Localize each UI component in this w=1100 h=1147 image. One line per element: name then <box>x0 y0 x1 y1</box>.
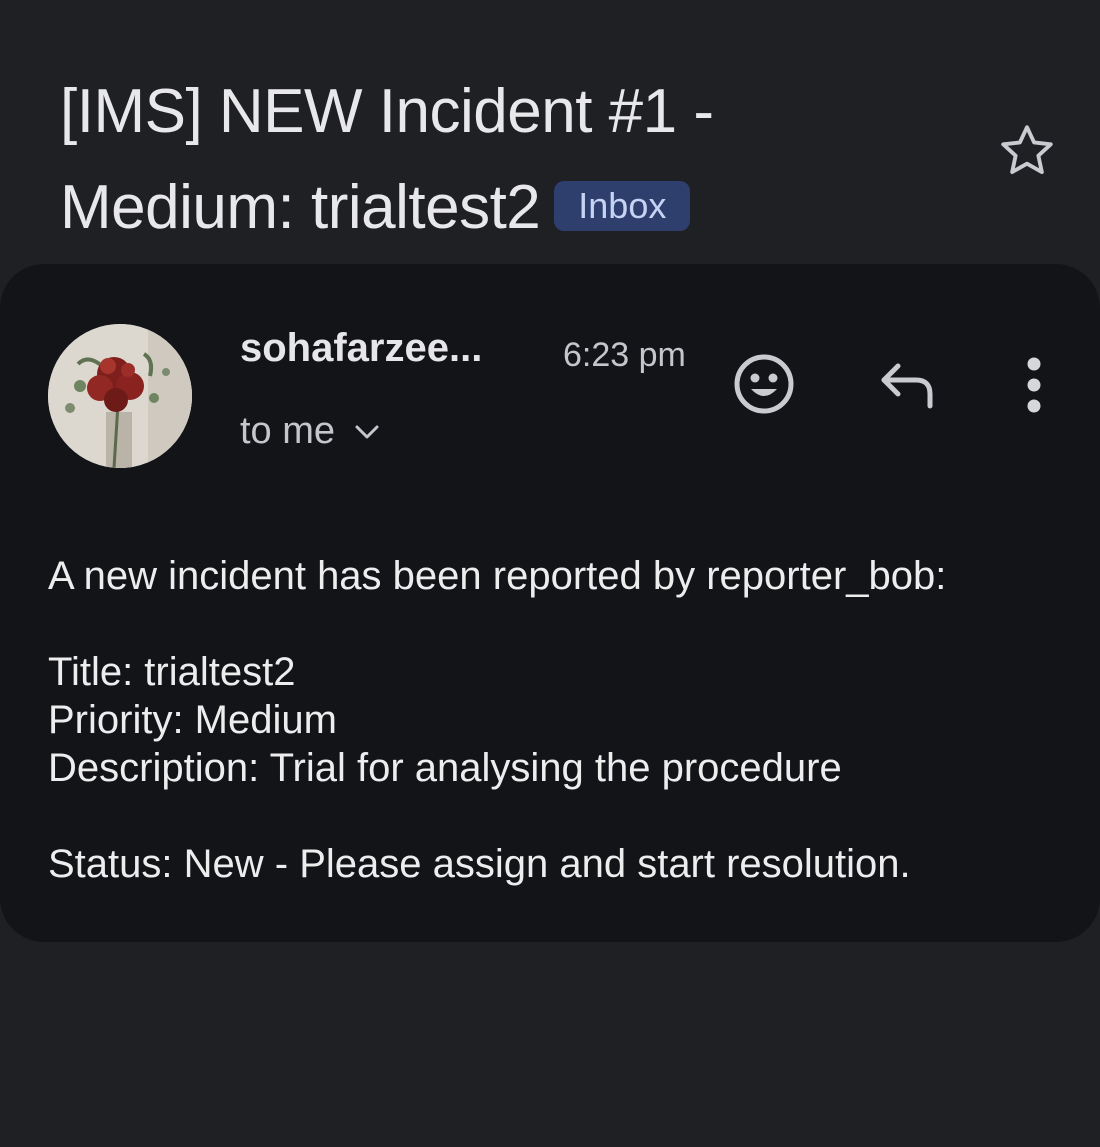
body-status-line: Status: New - Please assign and start re… <box>48 842 911 886</box>
avatar-rose-image <box>48 324 192 468</box>
chevron-down-icon <box>355 425 379 438</box>
recipient-details-toggle[interactable]: to me <box>240 410 381 453</box>
recipient-label: to me <box>240 410 336 452</box>
star-button[interactable] <box>996 120 1058 182</box>
message-time: 6:23 pm <box>563 336 686 374</box>
body-title-line: Title: trialtest2 <box>48 650 296 694</box>
message-card: sohafarzee... 6:23 pm to me A new incide… <box>0 264 1100 942</box>
body-intro: A new incident has been reported by repo… <box>48 554 947 598</box>
email-view: [IMS] NEW Incident #1 - Medium: trialtes… <box>0 0 1100 1147</box>
reply-button[interactable] <box>874 356 940 416</box>
reply-icon <box>881 363 933 409</box>
add-reaction-icon <box>734 354 794 414</box>
email-subject: [IMS] NEW Incident #1 - Medium: trialtes… <box>60 64 960 256</box>
sender-avatar[interactable] <box>48 324 192 468</box>
more-vert-icon <box>1027 357 1041 413</box>
message-body: A new incident has been reported by repo… <box>48 552 1068 888</box>
more-options-button[interactable] <box>1010 352 1058 418</box>
add-reaction-button[interactable] <box>730 350 798 418</box>
star-outline-icon <box>1001 125 1053 174</box>
body-description-line: Description: Trial for analysing the pro… <box>48 746 842 790</box>
sender-name[interactable]: sohafarzee... <box>240 326 482 371</box>
body-priority-line: Priority: Medium <box>48 698 337 742</box>
inbox-label-badge[interactable]: Inbox <box>554 180 691 231</box>
